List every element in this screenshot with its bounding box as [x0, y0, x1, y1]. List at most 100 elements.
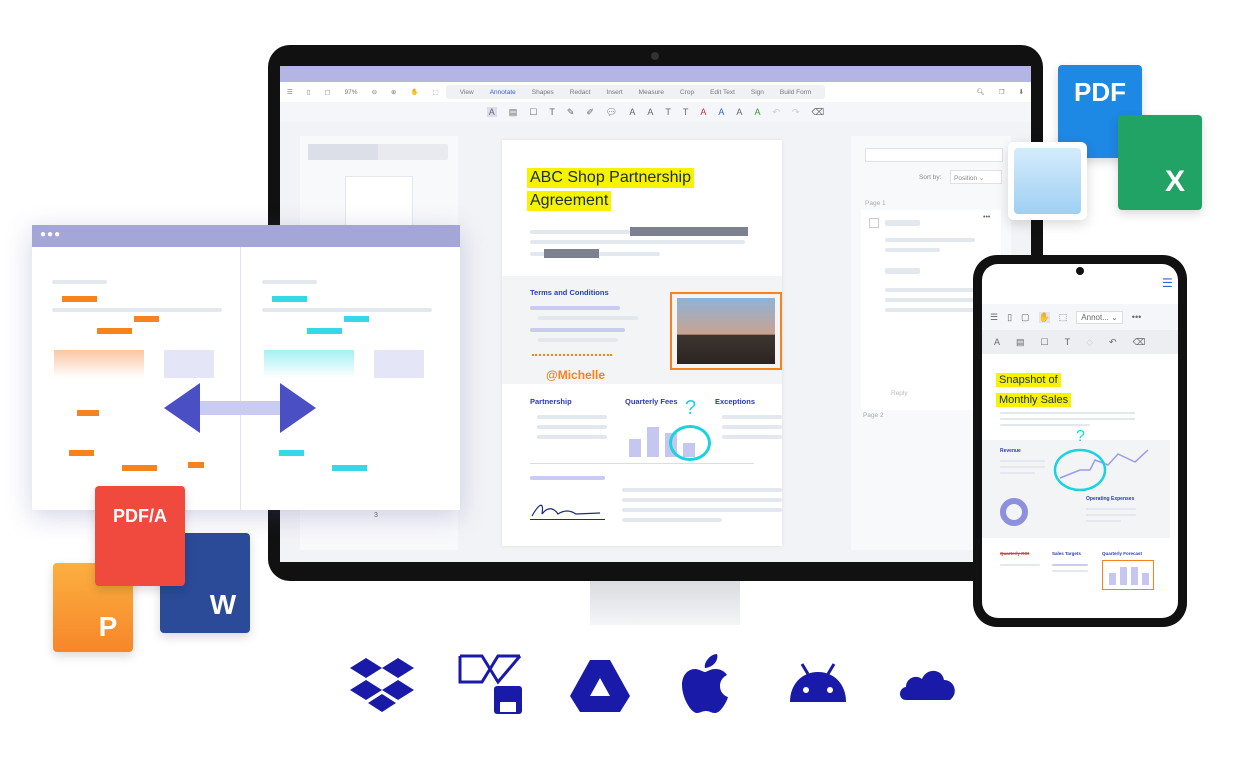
monitor-stand	[590, 580, 740, 625]
title-strip	[280, 66, 1031, 82]
strikeout-icon[interactable]: A	[647, 107, 653, 117]
image-file-icon	[1008, 142, 1087, 220]
circle-annotation	[669, 425, 711, 461]
comment-search-input[interactable]	[865, 148, 1003, 162]
squiggly-icon[interactable]: A	[629, 107, 635, 117]
tab-redact[interactable]: Redact	[570, 89, 591, 96]
tab-crop[interactable]: Crop	[680, 89, 694, 96]
main-toolbar: ☰ ▯ ▢ 97% ⊖ ⊕ ✋ ⬚ View Annotate Shapes R…	[280, 82, 1031, 102]
color-black-icon[interactable]: A	[736, 107, 742, 117]
menu-icon[interactable]: ☰	[287, 88, 293, 96]
free-text-icon[interactable]: ▤	[509, 107, 518, 118]
page-icon[interactable]: ▢	[1021, 312, 1030, 323]
original-page	[52, 280, 222, 480]
android-icon	[786, 652, 850, 716]
rectangle-icon[interactable]: ☐	[529, 107, 537, 118]
menu-icon[interactable]: ☰	[990, 312, 998, 323]
highlighter-icon[interactable]: ✐	[586, 107, 594, 118]
tab-measure[interactable]: Measure	[639, 89, 664, 96]
undo-icon[interactable]: ↶	[1109, 337, 1117, 348]
tab-thumbnails[interactable]	[308, 144, 378, 160]
copy-icon[interactable]: ❐	[999, 88, 1005, 96]
compare-arrows-icon	[164, 383, 316, 433]
compare-window: ●●●	[32, 225, 460, 510]
zoom-select[interactable]: 97%	[345, 89, 358, 96]
revenue-line-chart	[1053, 448, 1149, 492]
zoom-out-icon[interactable]: ⊖	[372, 88, 377, 96]
page-number: 3	[374, 512, 378, 519]
pen-icon[interactable]: ✎	[567, 107, 575, 118]
dropbox-icon	[350, 652, 414, 716]
redaction	[544, 249, 599, 258]
tab-sign[interactable]: Sign	[751, 89, 764, 96]
color-red-icon[interactable]: A	[700, 107, 706, 117]
mention: @Michelle	[546, 368, 606, 382]
page-icon[interactable]: ▢	[324, 88, 330, 96]
squiggly-annotation	[532, 354, 612, 356]
text-icon[interactable]: T	[1065, 337, 1071, 347]
rectangle-icon[interactable]: ☐	[1041, 337, 1049, 348]
pan-icon[interactable]: ✋	[410, 88, 418, 96]
text-icon[interactable]: T	[549, 107, 555, 117]
text-highlight-icon[interactable]: A	[486, 107, 497, 117]
tab-annotate[interactable]: Annotate	[490, 89, 516, 96]
eraser-icon[interactable]: ⌫	[1133, 337, 1146, 348]
free-text-icon[interactable]: ▤	[1016, 337, 1025, 348]
selected-image[interactable]	[670, 292, 782, 370]
redaction	[630, 227, 748, 236]
superscript-icon[interactable]: T	[683, 107, 689, 117]
forecast-chart-selected[interactable]	[1102, 560, 1154, 590]
color-green-icon[interactable]: A	[754, 107, 760, 117]
donut-chart	[1000, 498, 1028, 526]
tab-shapes[interactable]: Shapes	[532, 89, 554, 96]
pdfa-file-icon: PDF/A	[95, 486, 185, 586]
signature	[530, 500, 605, 520]
annotation-toolbar: A ▤ ☐ T ✎ ✐ 💬︎ A A T T A A A A ↶ ↷ ⌫	[280, 102, 1031, 122]
download-icon[interactable]: ⬇	[1019, 88, 1024, 96]
subscript-icon[interactable]: T	[665, 107, 671, 117]
tab-edit-text[interactable]: Edit Text	[710, 89, 735, 96]
question-annotation: ?	[685, 397, 697, 419]
select-icon[interactable]: ⬚	[433, 88, 439, 96]
excel-file-icon: X	[1118, 115, 1202, 210]
tab-view[interactable]: View	[460, 89, 474, 96]
revenue-section: Revenue ? Operating Expenses	[982, 428, 1170, 538]
mobile-doc-title: Snapshot of Monthly Sales	[996, 370, 1072, 410]
undo-icon[interactable]: ↶	[772, 107, 780, 118]
google-drive-icon	[568, 652, 632, 716]
mobile-app: ☰ ☰ ▯ ▢ ✋ ⬚ Annot... ⌄ ••• A ▤ ☐ T ◇ ↶ ⌫ Snapshot…	[982, 264, 1178, 618]
mobile-annotation-toolbar: A ▤ ☐ T ◇ ↶ ⌫	[982, 330, 1178, 354]
apple-icon	[676, 652, 740, 716]
search-icon[interactable]: 🔍︎	[976, 88, 984, 96]
mobile-toolbar: ☰ ▯ ▢ ✋ ⬚ Annot... ⌄ •••	[982, 304, 1178, 330]
window-dots-icon: ●●●	[40, 229, 62, 240]
terms-section: Terms and Conditions @Michelle	[502, 276, 782, 384]
eraser-shape-icon[interactable]: ◇	[1086, 337, 1093, 348]
tool-tabs: View Annotate Shapes Redact Insert Measu…	[445, 85, 826, 99]
sort-select[interactable]: Position ⌄	[950, 170, 1002, 184]
select-icon[interactable]: ⬚	[1059, 312, 1068, 323]
pan-icon[interactable]: ✋	[1038, 311, 1050, 323]
tab-insert[interactable]: Insert	[606, 89, 622, 96]
sidebar-icon[interactable]: ▯	[1007, 312, 1012, 323]
color-blue-icon[interactable]: A	[718, 107, 724, 117]
hamburger-icon[interactable]: ☰	[1162, 276, 1173, 290]
sidebar-icon[interactable]: ▯	[307, 88, 311, 96]
page-thumbnail[interactable]	[345, 176, 413, 226]
checkbox[interactable]	[869, 218, 879, 228]
document-page: ABC Shop Partnership Agreement Terms and…	[502, 140, 782, 546]
eraser-icon[interactable]: ⌫	[812, 107, 825, 118]
zoom-in-icon[interactable]: ⊕	[391, 88, 396, 96]
window-header: ●●●	[32, 225, 460, 247]
document-title: ABC Shop Partnership Agreement	[527, 168, 694, 214]
text-highlight-icon[interactable]: A	[994, 337, 1000, 347]
revised-page	[262, 280, 432, 480]
comment-icon[interactable]: 💬︎	[606, 107, 617, 118]
reply-button[interactable]: Reply	[891, 390, 908, 397]
more-icon[interactable]: •••	[1132, 312, 1141, 322]
redo-icon[interactable]: ↷	[792, 107, 800, 118]
tab-build-form[interactable]: Build Form	[780, 89, 811, 96]
mode-select[interactable]: Annot... ⌄	[1076, 310, 1123, 324]
more-icon[interactable]: •••	[983, 214, 990, 221]
onedrive-icon	[896, 652, 960, 716]
